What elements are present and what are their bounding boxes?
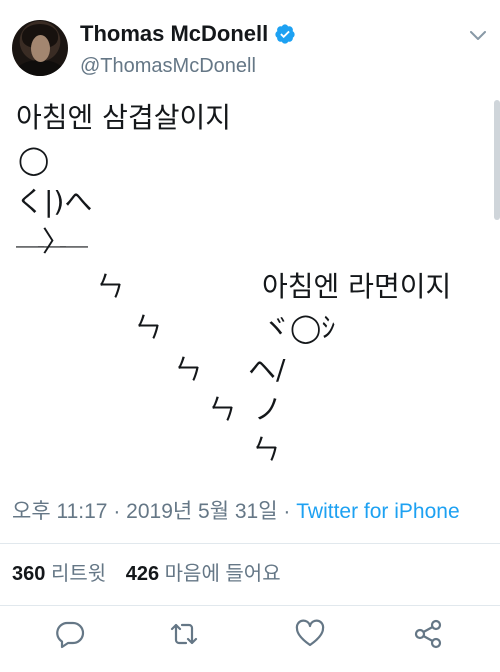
tweet-time[interactable]: 오후 11:17: [12, 500, 107, 523]
avatar[interactable]: [12, 20, 68, 76]
user-names[interactable]: Thomas McDonell @ThomasMcDonell: [80, 20, 296, 79]
tweet-actions: [0, 618, 500, 654]
tweet-line-14: ㄣ: [252, 433, 281, 466]
retweets-count: 360: [12, 563, 46, 585]
tweet-line-11: ヾ◯ｼ: [262, 311, 336, 344]
tweet-line-10: 아침엔 라면이지: [262, 270, 452, 303]
tweet-line-3: く|)へ: [16, 185, 93, 218]
tweet-card: Thomas McDonell @ThomasMcDonell 아침엔 삼겹살이…: [0, 0, 500, 672]
tweet-text: 아침엔 삼겹살이지 ◯ く|)へ 〉 ￣￣￣ ㄣ ㄣ ㄣ ㄣ 아침엔 라면이지 …: [16, 95, 486, 487]
heart-icon[interactable]: [294, 618, 326, 650]
verified-badge-icon: [274, 23, 296, 45]
likes-stat[interactable]: 426 마음에 들어요: [126, 561, 281, 587]
share-icon[interactable]: [412, 618, 444, 650]
scrollbar[interactable]: [494, 100, 500, 220]
tweet-line-1: 아침엔 삼겹살이지: [16, 101, 231, 134]
user-handle[interactable]: @ThomasMcDonell: [80, 53, 296, 79]
tweet-stats: 360 리트윗 426 마음에 들어요: [12, 561, 295, 587]
tweet-source-link[interactable]: Twitter for iPhone: [296, 500, 459, 523]
meta-separator-1: ·: [113, 500, 121, 523]
tweet-line-9: ㄣ: [208, 393, 237, 426]
reply-icon[interactable]: [54, 618, 86, 650]
tweet-line-8: ㄣ: [174, 353, 203, 386]
tweet-line-7: ㄣ: [134, 311, 163, 344]
divider: [0, 543, 500, 544]
tweet-header: Thomas McDonell @ThomasMcDonell: [12, 18, 488, 82]
tweet-meta: 오후 11:17 · 2019년 5월 31일 · Twitter for iP…: [12, 499, 460, 525]
meta-separator-2: ·: [283, 500, 291, 523]
divider: [0, 605, 500, 606]
tweet-date[interactable]: 2019년 5월 31일: [126, 500, 277, 523]
likes-label: 마음에 들어요: [164, 563, 281, 585]
tweet-line-2: ◯: [18, 143, 50, 176]
chevron-down-icon[interactable]: [470, 26, 486, 40]
likes-count: 426: [125, 563, 160, 585]
retweet-icon[interactable]: [168, 618, 200, 650]
retweets-label: 리트윗: [50, 563, 107, 585]
retweets-stat[interactable]: 360 리트윗: [12, 561, 106, 587]
tweet-line-13: ノ: [254, 393, 283, 426]
tweet-line-12: ヘ/: [248, 353, 286, 386]
tweet-line-5: ￣￣￣: [16, 245, 88, 278]
display-name[interactable]: Thomas McDonell: [80, 20, 268, 48]
tweet-line-6: ㄣ: [96, 270, 125, 303]
